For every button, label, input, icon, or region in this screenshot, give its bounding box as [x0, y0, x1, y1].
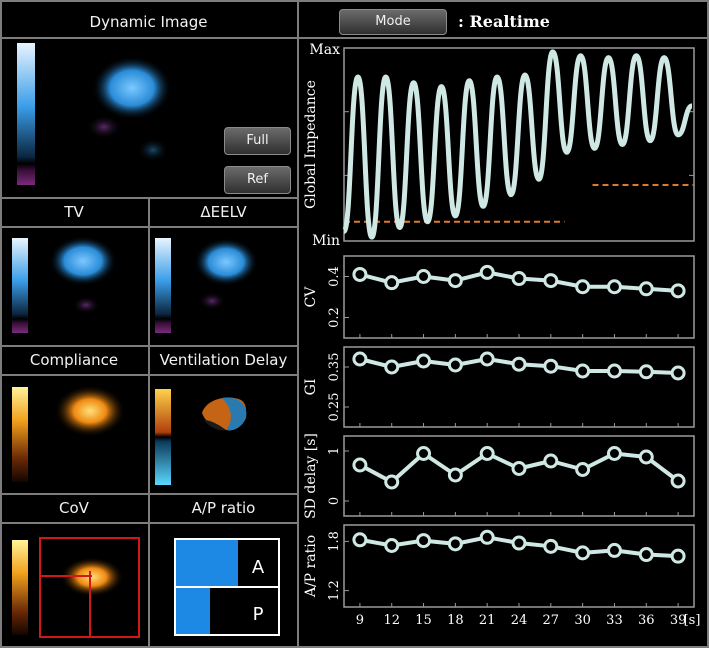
dynamic-dim-blob [137, 138, 169, 162]
ap-posterior-bar [176, 588, 210, 634]
cv-ytick-label: 0.2 [327, 307, 342, 328]
gi-point [416, 353, 432, 369]
tv-lung-blob [49, 236, 117, 286]
sd-delay-s-point [352, 457, 368, 473]
cv-point [416, 269, 432, 284]
mode-value: : Realtime [458, 12, 550, 31]
sd-delay-s-point [670, 473, 686, 489]
x-tick-label: 33 [606, 613, 623, 628]
cv-point [638, 281, 654, 297]
cov-colorbar [12, 540, 28, 635]
a-p-ratio-point [479, 529, 495, 545]
a-p-ratio-ylabel: A/P ratio [303, 535, 319, 598]
sd-delay-s-point [543, 453, 559, 469]
cv-point [479, 264, 495, 280]
gi-point [479, 351, 495, 367]
delay-colorbar [155, 389, 171, 485]
cv-point [606, 279, 622, 295]
a-p-ratio-point [447, 536, 463, 552]
cv-point [384, 275, 400, 291]
gi-point [606, 363, 622, 379]
x-unit-label: [s] [684, 613, 701, 628]
gi-ylabel: GI [303, 379, 319, 396]
x-tick-label: 15 [415, 613, 432, 628]
a-p-ratio-point [606, 542, 622, 558]
charts-area: Max Min Global Impedance 0.4 0.2 CV 0.35 0.25 GI… [303, 42, 701, 628]
cv-point [447, 273, 463, 289]
sd-delay-s-point [479, 446, 495, 461]
cv-ylabel: CV [303, 286, 319, 308]
a-p-ratio-ytick-label: 1.8 [327, 531, 342, 552]
left-images: A P [12, 43, 280, 638]
compliance-blob [54, 385, 126, 437]
cv-point [352, 266, 368, 282]
x-tick-label: 12 [383, 613, 400, 628]
x-tick-label: 18 [447, 613, 464, 628]
a-p-ratio-point [416, 533, 432, 549]
cv-ytick-label: 0.4 [327, 266, 342, 287]
a-p-ratio-point [638, 547, 654, 563]
x-tick-label: 9 [356, 613, 364, 628]
x-tick-label: 24 [511, 613, 528, 628]
tv-colorbar [12, 238, 28, 333]
a-p-ratio-point [384, 538, 400, 553]
dynamic-lung-blob [92, 56, 172, 120]
eelv-colorbar [155, 238, 171, 333]
sd-delay-s-point [511, 461, 527, 476]
a-p-ratio-point [575, 545, 591, 561]
gi-ytick-label: 0.25 [327, 393, 342, 422]
sd-delay-s-point [638, 449, 654, 465]
a-p-ratio-point [670, 548, 686, 564]
a-p-ratio-point [543, 538, 559, 554]
gi-point [511, 356, 527, 372]
x-tick-label: 21 [479, 613, 496, 628]
gi-point [638, 364, 654, 380]
gi-point [447, 357, 463, 373]
impedance-ytick-max: Max [309, 42, 340, 58]
gi-point [384, 359, 400, 375]
dynamic-purple-blob [86, 115, 122, 139]
impedance-ytick-min: Min [312, 233, 340, 249]
impedance-trace [341, 49, 694, 240]
a-p-ratio-ytick-label: 1.2 [327, 580, 342, 601]
ap-posterior-label: P [253, 604, 264, 625]
sd-delay-s-point [416, 446, 432, 461]
cv-frame [343, 255, 695, 339]
x-tick-label: 30 [574, 613, 591, 628]
cv-point [543, 273, 559, 289]
sd-delay-s-point [606, 446, 622, 461]
gi-point [575, 363, 591, 379]
sd-delay-s-ylabel: SD delay [s] [303, 433, 319, 519]
compliance-colorbar [12, 387, 28, 482]
a-p-ratio-point [352, 532, 368, 548]
gi-point [670, 365, 686, 381]
sd-delay-s-ytick-label: 0 [327, 497, 342, 505]
x-tick-label: 36 [638, 613, 655, 628]
eelv-lung-blob [194, 238, 258, 286]
sd-delay-s-point [575, 462, 591, 477]
x-tick-label: 27 [543, 613, 560, 628]
tv-purple-blob [72, 296, 100, 314]
gi-point [352, 351, 368, 367]
mode-button[interactable]: Mode [339, 9, 447, 35]
sd-delay-s-ytick-label: 1 [327, 447, 342, 455]
cv-point [511, 271, 527, 287]
cv-point [670, 283, 686, 299]
eelv-purple-blob [198, 292, 226, 310]
ap-anterior-bar [176, 540, 238, 586]
a-p-ratio-point [511, 535, 527, 551]
dynamic-colorbar [17, 43, 35, 185]
ap-anterior-label: A [252, 557, 265, 578]
gi-ytick-label: 0.35 [327, 353, 342, 382]
impedance-ylabel: Global Impedance [303, 80, 319, 209]
gi-point [543, 358, 559, 374]
cv-point [575, 279, 591, 295]
sd-delay-s-point [384, 474, 400, 490]
sd-delay-s-point [447, 467, 463, 483]
